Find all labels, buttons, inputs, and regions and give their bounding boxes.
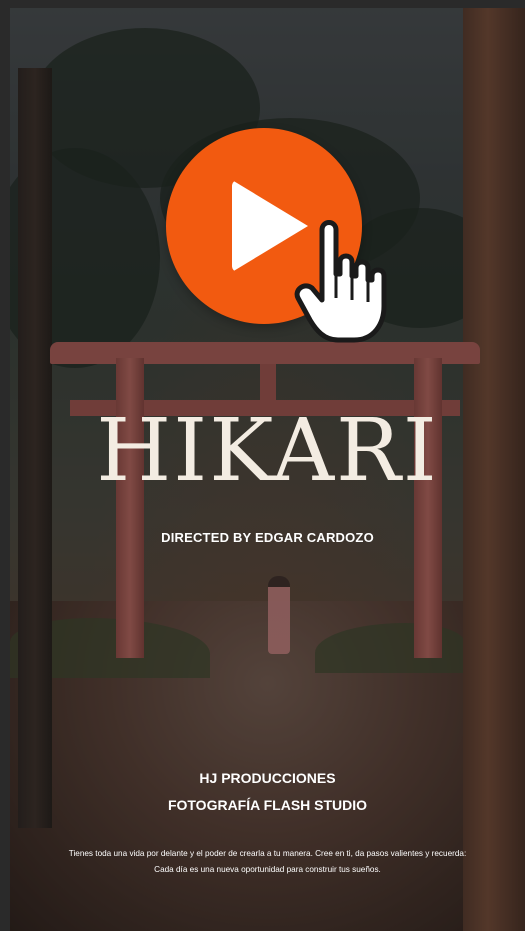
production-credit: HJ PRODUCCIONES <box>199 770 336 786</box>
quote-line: Tienes toda una vida por delante y el po… <box>68 849 467 858</box>
quote-line: Cada día es una nueva oportunidad para c… <box>154 865 381 874</box>
poster-quote: Tienes toda una vida por delante y el po… <box>10 846 525 878</box>
hand-pointer-icon <box>294 220 387 343</box>
photography-credit: FOTOGRAFÍA FLASH STUDIO <box>167 797 368 813</box>
poster-title: HIKARI <box>96 401 439 501</box>
movie-poster: HIKARI DIRECTED BY EDGAR CARDOZO HJ PROD… <box>10 8 525 931</box>
director-credit: DIRECTED BY EDGAR CARDOZO <box>161 530 374 545</box>
